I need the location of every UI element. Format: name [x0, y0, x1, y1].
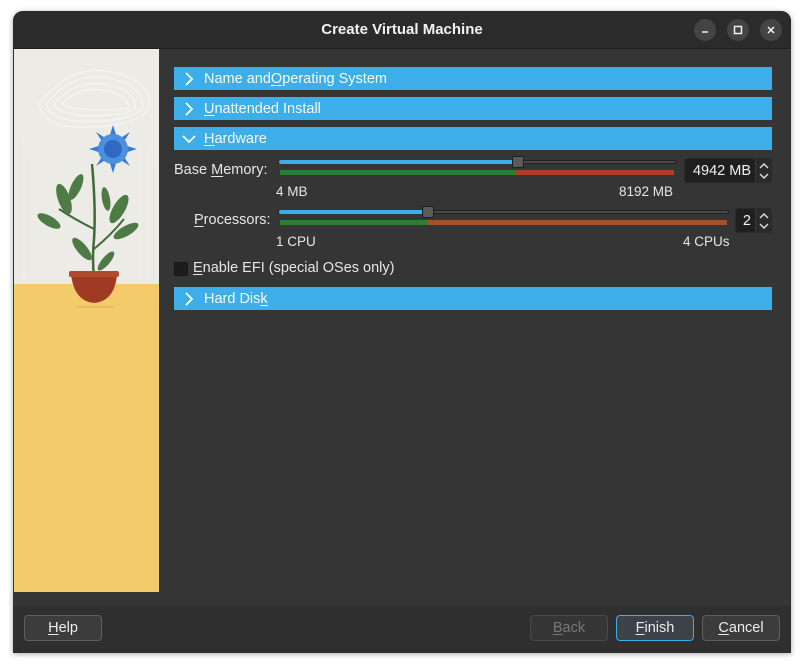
processors-max-label: 4 CPUs [683, 234, 730, 249]
section-hardware[interactable]: Hardware [174, 127, 772, 150]
base-memory-label: Base Memory: [174, 162, 268, 178]
processors-slider-fill [279, 210, 430, 214]
maximize-button[interactable] [727, 19, 749, 41]
spin-arrows[interactable] [755, 159, 771, 182]
base-memory-unsafe-range [516, 170, 674, 175]
minimize-icon [702, 31, 708, 33]
base-memory-spinbox[interactable]: 4942 MB [684, 158, 772, 183]
spin-up-icon[interactable] [759, 213, 769, 219]
close-button[interactable] [760, 19, 782, 41]
spin-up-icon[interactable] [759, 163, 769, 169]
section-name-operating-system[interactable]: Name and Operating System [174, 67, 772, 90]
wizard-illustration [14, 49, 159, 592]
finish-button[interactable]: Finish [616, 615, 694, 641]
spin-down-icon[interactable] [759, 173, 769, 179]
chevron-right-icon [185, 101, 194, 116]
chevron-right-icon [185, 71, 194, 86]
dialog-button-bar: Help Back Finish Cancel [13, 606, 791, 653]
spin-down-icon[interactable] [759, 223, 769, 229]
maximize-icon [733, 25, 743, 35]
enable-efi-checkbox[interactable] [174, 262, 188, 276]
base-memory-max-label: 8192 MB [619, 184, 674, 199]
base-memory-slider[interactable] [278, 160, 676, 164]
title-bar[interactable]: Create Virtual Machine [13, 11, 791, 49]
window-title: Create Virtual Machine [321, 21, 483, 38]
close-icon [767, 26, 775, 34]
minimize-button[interactable] [694, 19, 716, 41]
chevron-right-icon [185, 291, 194, 306]
back-button[interactable]: Back [530, 615, 608, 641]
processors-min-label: 1 CPU [276, 234, 316, 249]
base-memory-slider-fill [279, 160, 520, 164]
create-vm-dialog: Create Virtual Machine Name and O perati… [13, 11, 791, 653]
section-hard-disk[interactable]: Hard Dis k [174, 287, 772, 310]
processors-slider[interactable] [278, 210, 729, 214]
processors-unsafe-range [427, 220, 727, 225]
help-button[interactable]: Help [24, 615, 102, 641]
base-memory-min-label: 4 MB [276, 184, 308, 199]
processors-range-bar [280, 220, 727, 225]
chevron-down-icon [182, 134, 196, 143]
spin-arrows[interactable] [755, 209, 771, 232]
cancel-button[interactable]: Cancel [702, 615, 780, 641]
base-memory-range-bar [280, 170, 674, 175]
processors-spinbox[interactable]: 2 [735, 208, 772, 233]
processors-label: Processors: [194, 212, 271, 228]
section-unattended-install[interactable]: Unattended Install [174, 97, 772, 120]
processors-slider-handle[interactable] [422, 206, 435, 218]
base-memory-slider-handle[interactable] [512, 156, 525, 168]
processors-recommended-range [280, 220, 428, 225]
base-memory-recommended-range [280, 170, 517, 175]
enable-efi-label[interactable]: Enable EFI (special OSes only) [193, 260, 394, 276]
